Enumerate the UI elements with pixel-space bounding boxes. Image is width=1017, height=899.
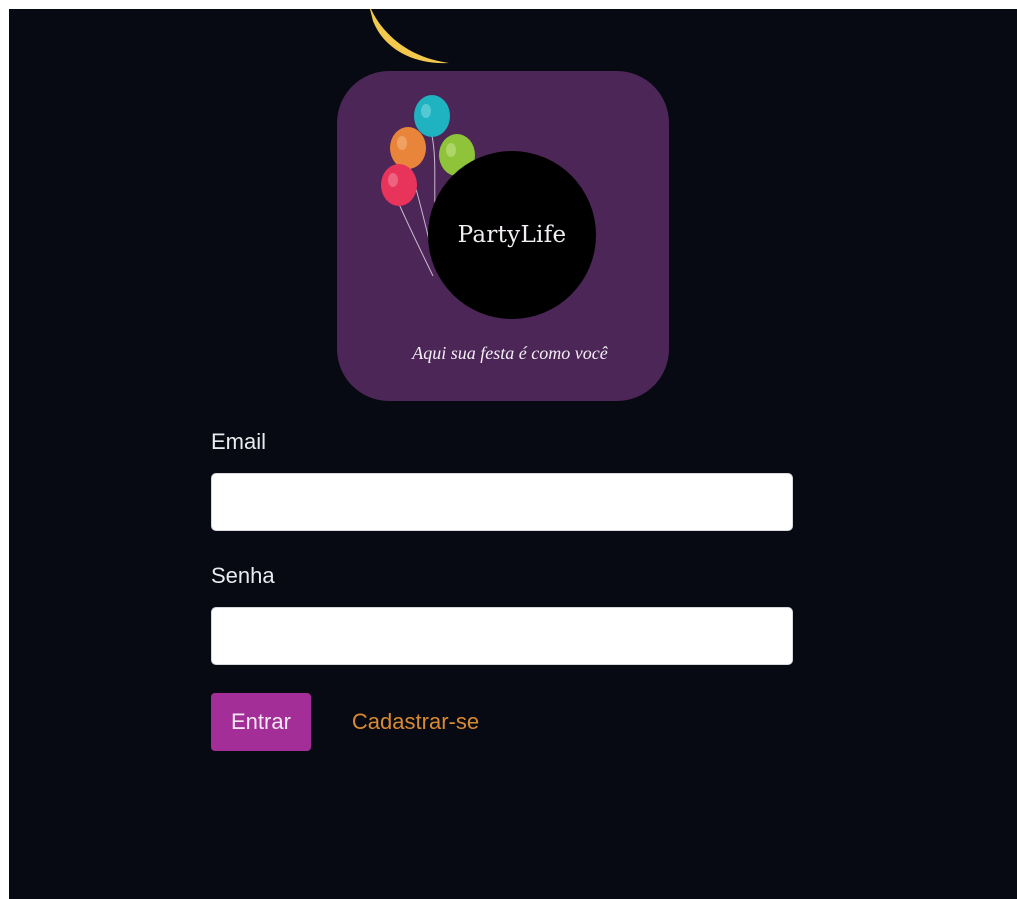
signup-link[interactable]: Cadastrar-se <box>352 709 479 735</box>
brand-tagline: Aqui sua festa é como você <box>412 343 608 363</box>
login-form: Email Senha Entrar Cadastrar-se <box>211 429 795 751</box>
brand-circle: PartyLife <box>428 151 596 319</box>
email-field[interactable] <box>211 473 793 531</box>
form-actions: Entrar Cadastrar-se <box>211 693 795 751</box>
brand-name: PartyLife <box>457 222 567 248</box>
page-viewport: PartyLife Aqui sua festa é como você Ema… <box>9 9 1017 899</box>
login-button[interactable]: Entrar <box>211 693 311 751</box>
password-field[interactable] <box>211 607 793 665</box>
email-label: Email <box>211 429 267 454</box>
logo-card: PartyLife Aqui sua festa é como você <box>337 71 669 401</box>
password-label: Senha <box>211 563 275 588</box>
